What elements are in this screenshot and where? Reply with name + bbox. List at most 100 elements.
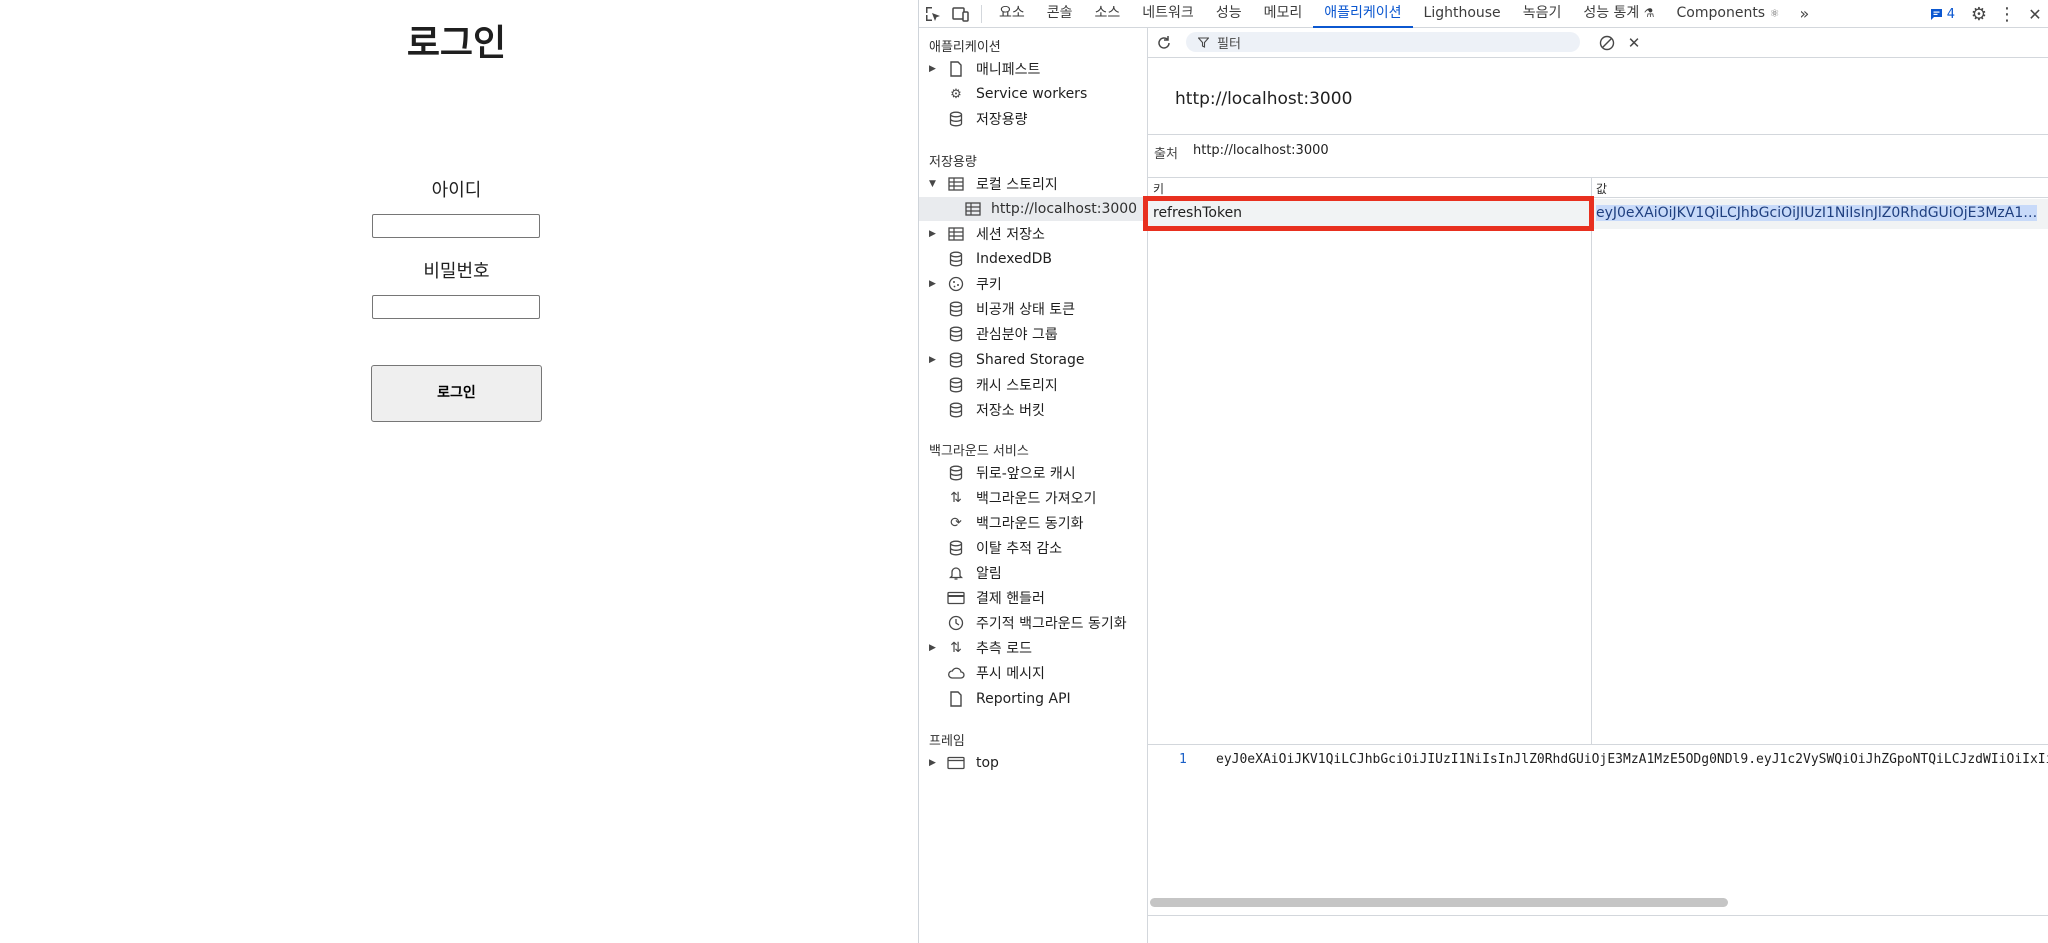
database-icon <box>947 250 965 268</box>
sidebar-item-payment-handler[interactable]: 결제 핸들러 <box>919 586 1147 610</box>
react-icon: ⚛ <box>1769 6 1780 20</box>
column-divider[interactable] <box>1591 178 1592 745</box>
sidebar-item-bfcache[interactable]: 뒤로-앞으로 캐시 <box>919 461 1147 485</box>
expand-arrow-icon[interactable]: ▶ <box>929 279 939 289</box>
origin-title: http://localhost:3000 <box>1175 89 1353 109</box>
local-storage-view: 필터 ✕ http://localhost:3000 출처 http://loc… <box>1143 28 2048 943</box>
database-icon <box>947 401 965 419</box>
filter-input[interactable]: 필터 <box>1186 32 1580 52</box>
password-input[interactable] <box>372 295 540 319</box>
application-sidebar: 애플리케이션 ▶ 매니페스트 ⚙ Service workers 저장용량 저장… <box>919 28 1148 943</box>
arrows-updown-icon: ⇅ <box>950 490 962 506</box>
id-input[interactable] <box>372 214 540 238</box>
column-header-value[interactable]: 값 <box>1596 180 1607 197</box>
sidebar-section-storage: 저장용량 <box>929 155 977 170</box>
scrollbar-thumb[interactable] <box>1150 898 1728 907</box>
expand-arrow-icon[interactable]: ▶ <box>929 355 939 365</box>
bell-icon <box>947 564 965 582</box>
tab-performance[interactable]: 성능 <box>1205 0 1253 28</box>
delete-selected-icon[interactable]: ✕ <box>1620 29 1648 57</box>
collapse-arrow-icon[interactable]: ▼ <box>929 179 939 189</box>
preview-line-number: 1 <box>1179 752 1187 767</box>
sidebar-item-reporting-api[interactable]: Reporting API <box>919 687 1147 711</box>
tab-performance-insights-label: 성능 통계 <box>1583 4 1640 21</box>
table-icon <box>964 200 982 218</box>
tab-network[interactable]: 네트워크 <box>1131 0 1205 28</box>
tab-recorder[interactable]: 녹음기 <box>1512 0 1573 28</box>
inspect-element-icon[interactable] <box>919 0 947 28</box>
sidebar-item-manifest[interactable]: ▶ 매니페스트 <box>919 57 1147 81</box>
tab-components[interactable]: Components ⚛ <box>1666 0 1791 28</box>
sidebar-item-frame-top[interactable]: ▶ top <box>919 751 1147 775</box>
sidebar-item-storage[interactable]: 저장용량 <box>919 107 1147 131</box>
table-icon <box>947 175 965 193</box>
close-devtools-icon[interactable]: ✕ <box>2021 0 2048 28</box>
more-options-icon[interactable]: ⋮ <box>1993 0 2021 28</box>
sidebar-item-label: 저장용량 <box>976 112 1028 128</box>
sidebar-item-local-storage[interactable]: ▼ 로컬 스토리지 <box>919 172 1147 196</box>
sidebar-item-background-sync[interactable]: ⟳ 백그라운드 동기화 <box>919 511 1147 535</box>
row-value[interactable]: eyJ0eXAiOiJKV1QiLCJhbGciOiJIUzI1NiIsInJl… <box>1596 205 2042 221</box>
sidebar-item-label: 주기적 백그라운드 동기화 <box>976 616 1127 632</box>
sidebar-item-label: 로컬 스토리지 <box>976 177 1058 193</box>
horizontal-scrollbar[interactable] <box>1150 898 2048 907</box>
sidebar-item-bounce-tracking[interactable]: 이탈 추적 감소 <box>919 536 1147 560</box>
sidebar-item-private-state-tokens[interactable]: 비공개 상태 토큰 <box>919 297 1147 321</box>
sidebar-item-localhost-origin[interactable]: http://localhost:3000 <box>919 197 1147 221</box>
sidebar-item-periodic-sync[interactable]: 주기적 백그라운드 동기화 <box>919 611 1147 635</box>
devtools-tabbar: 요소 콘솔 소스 네트워크 성능 메모리 애플리케이션 Lighthouse 녹… <box>919 0 2048 28</box>
tab-application[interactable]: 애플리케이션 <box>1313 0 1413 28</box>
sidebar-item-cookies[interactable]: ▶ 쿠키 <box>919 272 1147 296</box>
preview-value-text[interactable]: eyJ0eXAiOiJKV1QiLCJhbGciOiJIUzI1NiIsInJl… <box>1216 752 2048 767</box>
expand-arrow-icon[interactable]: ▶ <box>929 229 939 239</box>
login-button[interactable]: 로그인 <box>371 365 542 422</box>
expand-arrow-icon[interactable]: ▶ <box>929 758 939 768</box>
more-tabs-icon[interactable]: » <box>1790 0 1818 28</box>
tab-sources[interactable]: 소스 <box>1084 0 1132 28</box>
tab-elements[interactable]: 요소 <box>988 0 1036 28</box>
sidebar-item-label: Reporting API <box>976 691 1071 707</box>
tab-memory[interactable]: 메모리 <box>1253 0 1314 28</box>
gears-icon: ⚙ <box>950 86 962 102</box>
sidebar-item-label: top <box>976 755 999 771</box>
flask-icon: ⚗ <box>1643 5 1655 20</box>
sidebar-item-cache-storage[interactable]: 캐시 스토리지 <box>919 373 1147 397</box>
sidebar-item-label: 추측 로드 <box>976 641 1032 657</box>
settings-gear-icon[interactable]: ⚙ <box>1965 0 1993 28</box>
sidebar-item-label: 뒤로-앞으로 캐시 <box>976 466 1076 482</box>
tab-console[interactable]: 콘솔 <box>1036 0 1084 28</box>
devtools-panel: 요소 콘솔 소스 네트워크 성능 메모리 애플리케이션 Lighthouse 녹… <box>918 0 2048 943</box>
expand-arrow-icon[interactable]: ▶ <box>929 643 939 653</box>
filter-icon <box>1198 36 1209 48</box>
expand-arrow-icon[interactable]: ▶ <box>929 64 939 74</box>
refresh-icon[interactable] <box>1150 29 1178 57</box>
tab-performance-insights[interactable]: 성능 통계 ⚗ <box>1572 0 1665 28</box>
database-icon <box>947 351 965 369</box>
page-title: 로그인 <box>406 23 507 64</box>
sidebar-item-push-messaging[interactable]: 푸시 메시지 <box>919 661 1147 685</box>
sidebar-item-speculative-loads[interactable]: ▶ ⇅ 추측 로드 <box>919 636 1147 660</box>
tab-lighthouse[interactable]: Lighthouse <box>1413 0 1512 28</box>
column-header-key[interactable]: 키 <box>1153 180 1164 197</box>
sidebar-item-label: 캐시 스토리지 <box>976 378 1058 394</box>
sidebar-item-notifications[interactable]: 알림 <box>919 561 1147 585</box>
origin-key-label: 출처 <box>1154 147 1178 162</box>
sidebar-item-session-storage[interactable]: ▶ 세션 저장소 <box>919 222 1147 246</box>
device-toolbar-icon[interactable] <box>947 0 975 28</box>
toolbar-divider <box>981 4 982 23</box>
tab-components-label: Components <box>1676 4 1766 21</box>
card-icon <box>947 589 965 607</box>
key-value-table: 키 값 refreshToken eyJ0eXAiOiJKV1QiLCJhbGc… <box>1143 178 2048 745</box>
issues-badge[interactable]: 4 <box>1930 7 1955 22</box>
sidebar-item-indexeddb[interactable]: IndexedDB <box>919 247 1147 271</box>
table-icon <box>947 225 965 243</box>
sidebar-item-storage-buckets[interactable]: 저장소 버킷 <box>919 398 1147 422</box>
database-icon <box>947 376 965 394</box>
clear-all-icon[interactable] <box>1593 29 1621 57</box>
sidebar-item-interest-groups[interactable]: 관심분야 그룹 <box>919 322 1147 346</box>
sidebar-item-background-fetch[interactable]: ⇅ 백그라운드 가져오기 <box>919 486 1147 510</box>
sidebar-item-shared-storage[interactable]: ▶ Shared Storage <box>919 348 1147 372</box>
sidebar-item-service-workers[interactable]: ⚙ Service workers <box>919 82 1147 106</box>
sidebar-section-background-services: 백그라운드 서비스 <box>929 444 1029 459</box>
sidebar-item-label: 관심분야 그룹 <box>976 327 1058 343</box>
